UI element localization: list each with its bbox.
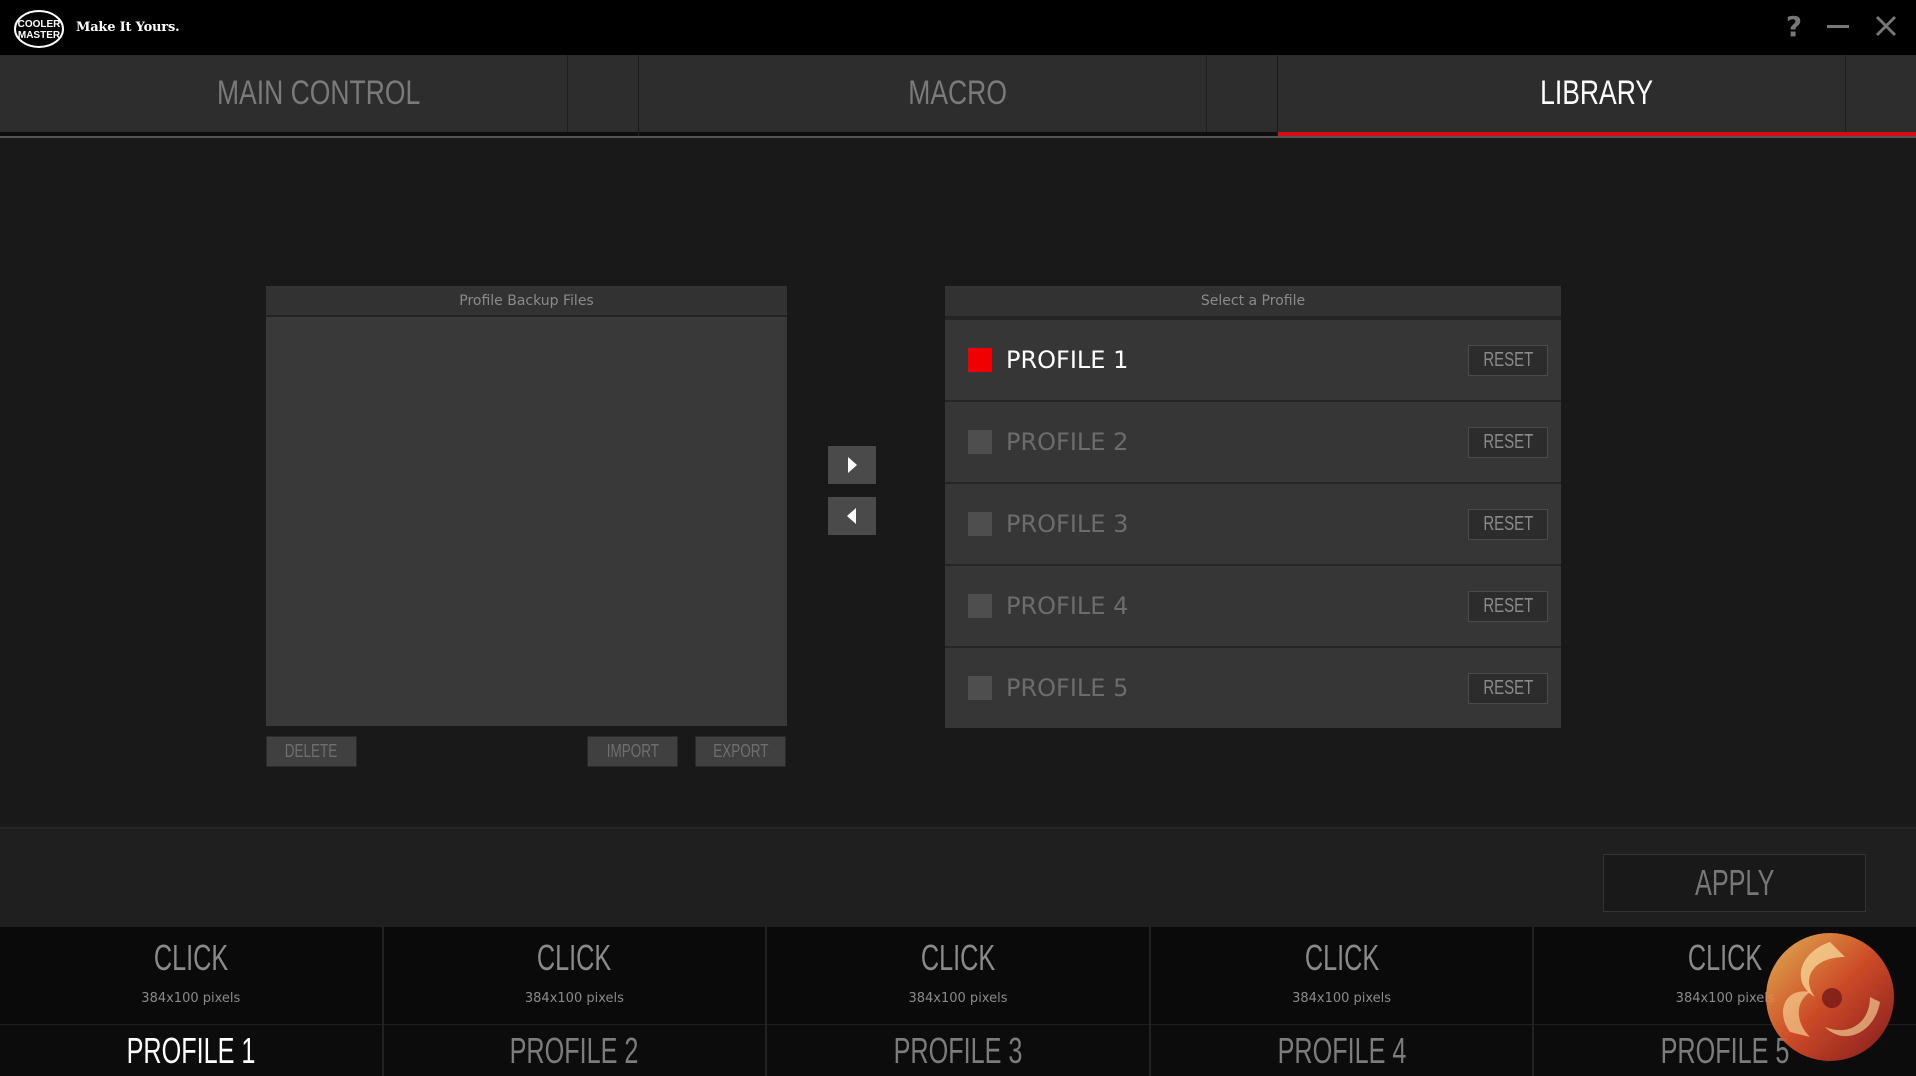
svg-text:MASTER: MASTER bbox=[18, 30, 61, 41]
tab-label: MACRO bbox=[709, 55, 1207, 132]
play-left-icon bbox=[847, 508, 856, 524]
import-button[interactable]: IMPORT bbox=[587, 736, 678, 767]
slot-pixel-size: 384x100 pixels bbox=[1292, 991, 1392, 1006]
slot-pixel-size: 384x100 pixels bbox=[908, 991, 1008, 1006]
profile-switcher-strip: CLICK 384x100 pixels PROFILE 1 CLICK 384… bbox=[0, 927, 1916, 1076]
svg-text:COOLER: COOLER bbox=[18, 19, 62, 30]
transfer-to-backup-button[interactable] bbox=[828, 497, 876, 535]
slot-profile-label: PROFILE 3 bbox=[767, 1024, 1149, 1076]
delete-button[interactable]: DELETE bbox=[266, 736, 357, 767]
profile-select-panel: Select a Profile PROFILE 1 RESET PROFILE… bbox=[945, 286, 1561, 728]
profile-slot-2[interactable]: CLICK 384x100 pixels PROFILE 2 bbox=[383, 927, 768, 1076]
play-right-icon bbox=[848, 457, 857, 473]
reset-label: RESET bbox=[1482, 594, 1534, 617]
reset-label: RESET bbox=[1482, 430, 1534, 453]
profile-row-5[interactable]: PROFILE 5 RESET bbox=[945, 646, 1561, 728]
export-button[interactable]: EXPORT bbox=[695, 736, 786, 767]
profile-slot-3[interactable]: CLICK 384x100 pixels PROFILE 3 bbox=[767, 927, 1151, 1076]
profile-row-3[interactable]: PROFILE 3 RESET bbox=[945, 482, 1561, 564]
minimize-button[interactable] bbox=[1822, 10, 1854, 42]
app-tagline: Make It Yours. bbox=[76, 20, 180, 35]
close-icon bbox=[1875, 15, 1897, 37]
profile-row-4[interactable]: PROFILE 4 RESET bbox=[945, 564, 1561, 646]
reset-button[interactable]: RESET bbox=[1468, 672, 1548, 704]
tab-label: LIBRARY bbox=[1348, 55, 1846, 132]
profile-slot-1[interactable]: CLICK 384x100 pixels PROFILE 1 bbox=[0, 927, 384, 1076]
title-bar: COOLER MASTER Make It Yours. ? bbox=[0, 0, 1916, 55]
slot-click-text: CLICK bbox=[1304, 937, 1379, 978]
profile-slot-4[interactable]: CLICK 384x100 pixels PROFILE 4 bbox=[1150, 927, 1535, 1076]
slot-profile-label: PROFILE 2 bbox=[383, 1024, 766, 1076]
transfer-to-profile-button[interactable] bbox=[828, 446, 876, 484]
profile-checkbox[interactable] bbox=[968, 348, 992, 372]
export-label: EXPORT bbox=[712, 741, 769, 761]
tab-library[interactable]: LIBRARY bbox=[1278, 55, 1916, 137]
slot-click-text: CLICK bbox=[153, 937, 228, 978]
profile-row-1[interactable]: PROFILE 1 RESET bbox=[945, 318, 1561, 400]
delete-label: DELETE bbox=[285, 741, 338, 761]
reset-button[interactable]: RESET bbox=[1468, 426, 1548, 458]
slot-click-text: CLICK bbox=[537, 937, 612, 978]
cooler-master-logo: COOLER MASTER bbox=[14, 10, 64, 48]
reset-button[interactable]: RESET bbox=[1468, 590, 1548, 622]
slot-pixel-size: 384x100 pixels bbox=[141, 991, 241, 1006]
apply-label: APPLY bbox=[1694, 862, 1775, 903]
tab-label: MAIN CONTROL bbox=[70, 55, 568, 132]
help-button[interactable]: ? bbox=[1778, 10, 1810, 43]
profile-checkbox[interactable] bbox=[968, 676, 992, 700]
profile-checkbox[interactable] bbox=[968, 430, 992, 454]
slot-click-text: CLICK bbox=[920, 937, 996, 978]
reset-button[interactable]: RESET bbox=[1468, 344, 1548, 376]
tab-macro[interactable]: MACRO bbox=[639, 55, 1278, 137]
slot-profile-label: PROFILE 1 bbox=[0, 1024, 382, 1076]
import-label: IMPORT bbox=[606, 741, 659, 761]
main-tabs: MAIN CONTROL MACRO LIBRARY bbox=[0, 55, 1916, 137]
profile-name: PROFILE 5 bbox=[1006, 674, 1129, 702]
site-watermark-logo bbox=[1766, 933, 1894, 1061]
profile-name: PROFILE 2 bbox=[1006, 428, 1129, 456]
tab-main-control[interactable]: MAIN CONTROL bbox=[0, 55, 639, 137]
reset-label: RESET bbox=[1482, 512, 1534, 535]
profile-checkbox[interactable] bbox=[968, 594, 992, 618]
profile-checkbox[interactable] bbox=[968, 512, 992, 536]
profile-row-2[interactable]: PROFILE 2 RESET bbox=[945, 400, 1561, 482]
backup-file-list[interactable] bbox=[266, 317, 787, 726]
apply-button[interactable]: APPLY bbox=[1603, 854, 1866, 912]
backup-files-panel: Profile Backup Files bbox=[266, 286, 787, 726]
reset-label: RESET bbox=[1482, 348, 1534, 371]
backup-panel-title: Profile Backup Files bbox=[266, 286, 787, 317]
slot-profile-label: PROFILE 4 bbox=[1150, 1024, 1533, 1076]
profile-panel-title: Select a Profile bbox=[945, 286, 1561, 318]
reset-button[interactable]: RESET bbox=[1468, 508, 1548, 540]
reset-label: RESET bbox=[1482, 676, 1534, 699]
profile-name: PROFILE 1 bbox=[1006, 346, 1129, 374]
minimize-icon bbox=[1827, 25, 1849, 28]
profile-name: PROFILE 4 bbox=[1006, 592, 1129, 620]
slot-pixel-size: 384x100 pixels bbox=[524, 991, 624, 1006]
close-button[interactable] bbox=[1870, 10, 1902, 42]
profile-name: PROFILE 3 bbox=[1006, 510, 1129, 538]
